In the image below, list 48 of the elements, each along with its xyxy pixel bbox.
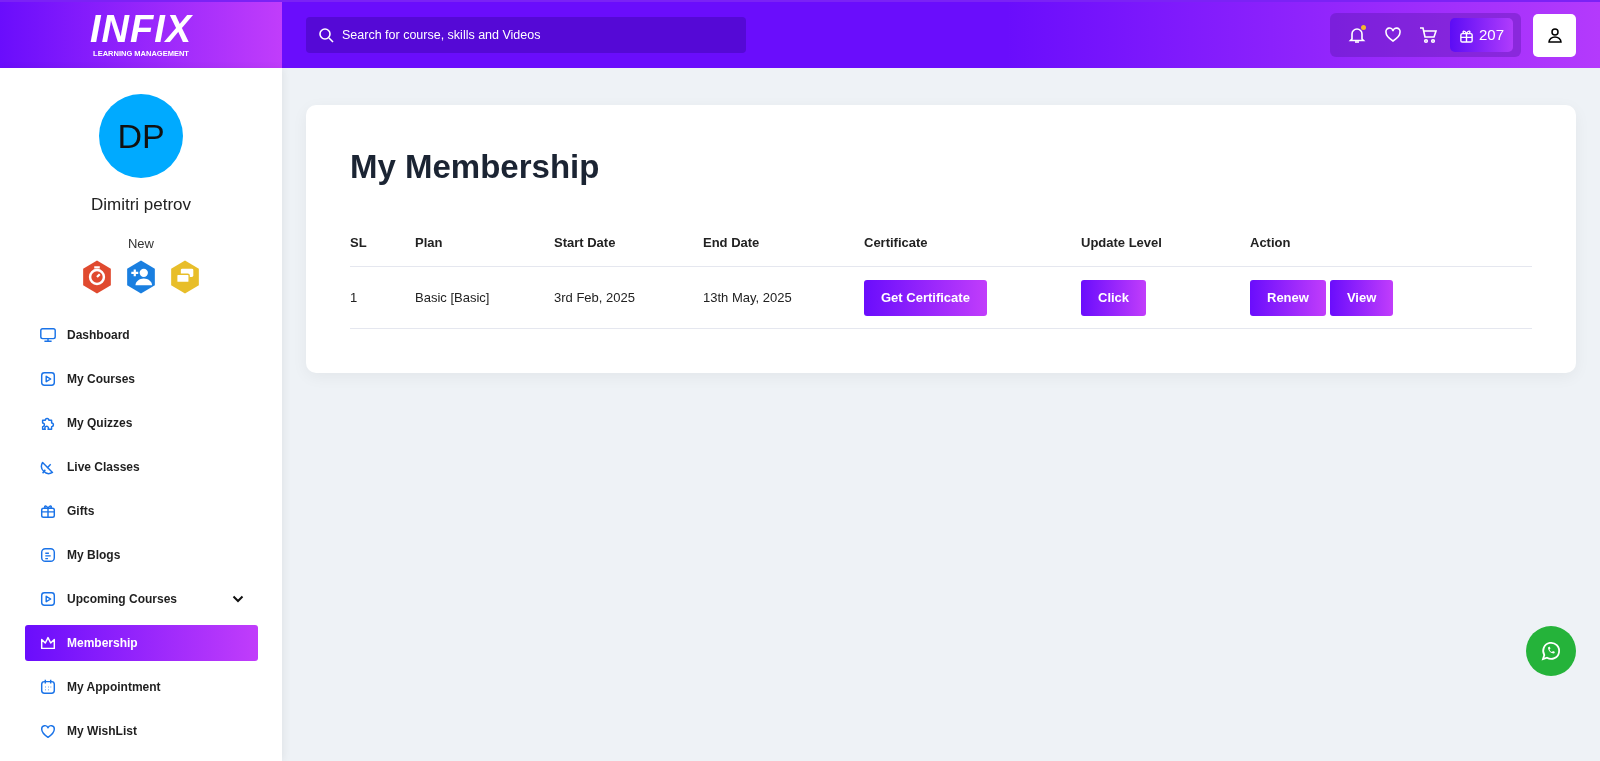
crown-icon: [39, 634, 57, 652]
sidebar-item[interactable]: Live Classes: [25, 449, 258, 485]
column-header: SL: [350, 232, 415, 267]
user-level: New: [127, 234, 155, 253]
table-cell: Basic [Basic]: [415, 266, 554, 329]
note-icon: [39, 546, 57, 564]
play-icon: [39, 370, 57, 388]
gift-icon: [39, 502, 57, 520]
cart-icon: [1419, 26, 1439, 44]
update-level-button[interactable]: Click: [1081, 280, 1147, 316]
page-title: My Membership: [350, 147, 601, 187]
logo-title: INFIX: [89, 10, 193, 49]
sidebar-item[interactable]: My Appointment: [25, 669, 258, 705]
chat-icon: [1539, 639, 1563, 663]
column-header: Update Level: [1081, 232, 1250, 267]
column-header: End Date: [703, 232, 864, 267]
search-field[interactable]: Search for course, skills and Videos: [306, 17, 746, 53]
avatar: DP: [99, 94, 183, 178]
sidebar-item[interactable]: Dashboard: [25, 317, 258, 353]
heart-icon: [1383, 26, 1402, 44]
calendar-icon: [39, 678, 57, 696]
user-icon: [1546, 27, 1563, 43]
play-icon: [39, 590, 57, 608]
view-button[interactable]: View: [1329, 280, 1394, 316]
chevron-down-icon: [232, 595, 244, 603]
sidebar-item[interactable]: My WishList: [25, 713, 258, 749]
sidebar-item[interactable]: Membership: [25, 625, 258, 661]
sidebar-item[interactable]: Gifts: [25, 493, 258, 529]
sidebar-item[interactable]: My Quizzes: [25, 405, 258, 441]
sidebar-item[interactable]: Upcoming Courses: [25, 581, 258, 617]
sidebar-item[interactable]: My Courses: [25, 361, 258, 397]
get-certificate-button[interactable]: Get Certificate: [864, 280, 987, 316]
renew-button[interactable]: Renew: [1250, 280, 1326, 316]
table-cell: 1: [350, 266, 415, 329]
bell-icon: [1347, 26, 1366, 44]
points-badge[interactable]: 207: [1449, 18, 1513, 52]
column-header: Action: [1250, 232, 1532, 267]
whatsapp-button[interactable]: [1526, 626, 1576, 676]
points-count: 207: [1478, 24, 1504, 45]
user-button[interactable]: [1533, 13, 1576, 57]
user-name: Dimitri petrov: [89, 194, 193, 216]
heart-icon: [39, 722, 57, 740]
column-header: Plan: [415, 232, 554, 267]
column-header: Start Date: [554, 232, 703, 267]
column-header: Certificate: [864, 232, 1081, 267]
table-cell: 3rd Feb, 2025: [554, 266, 703, 329]
sidebar-item[interactable]: My Blogs: [25, 537, 258, 573]
monitor-icon: [39, 326, 57, 344]
